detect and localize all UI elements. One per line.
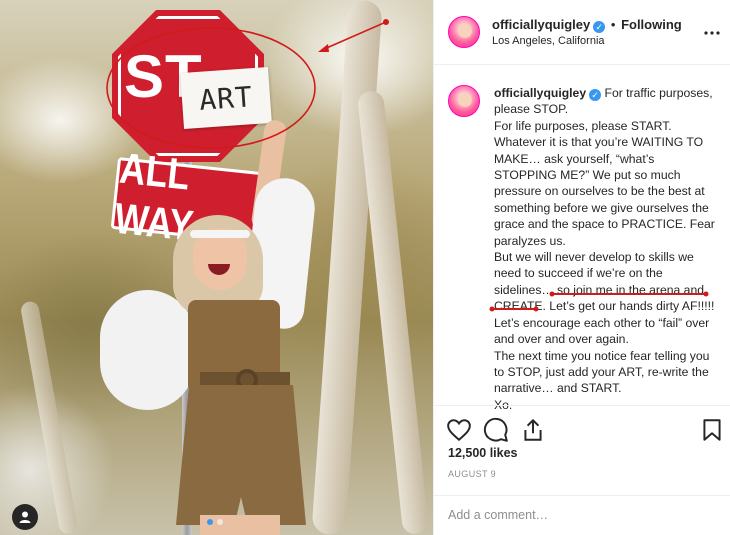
avatar[interactable] xyxy=(448,16,480,48)
annotation-overlay xyxy=(106,19,389,149)
post-date[interactable]: AUGUST 9 xyxy=(448,469,496,479)
annotation-arrow-line xyxy=(321,21,387,51)
comment-box xyxy=(434,495,730,535)
carousel-dot-active xyxy=(207,519,213,525)
verified-icon: ✓ xyxy=(593,21,606,33)
verified-icon: ✓ xyxy=(589,89,602,101)
following-button[interactable]: Following xyxy=(621,17,682,32)
heart-icon[interactable] xyxy=(446,417,472,443)
caption: officiallyquigley ✓ For traffic purposes,… xyxy=(434,65,730,412)
bookmark-icon[interactable] xyxy=(699,417,725,443)
location-link[interactable]: Los Angeles, California xyxy=(492,35,605,47)
post-header: officiallyquigley ✓ • Following Los Angel… xyxy=(434,0,730,65)
likes-count[interactable]: 12,500 likes xyxy=(448,446,518,460)
caption-body: officiallyquigley ✓ For traffic purposes,… xyxy=(494,85,716,413)
caption-text: For traffic purposes, please STOP. For l… xyxy=(494,86,715,412)
more-horizontal-icon[interactable] xyxy=(704,24,720,35)
carousel-dots xyxy=(207,519,223,525)
header-separator: • xyxy=(610,17,616,32)
comment-input[interactable] xyxy=(448,508,718,522)
carousel-dot xyxy=(217,519,223,525)
annotation-arrowhead xyxy=(318,44,329,52)
header-user-line: officiallyquigley ✓ • Following xyxy=(492,17,682,33)
annotation-ellipse xyxy=(106,27,316,149)
person-icon xyxy=(19,511,31,523)
annotation-dot xyxy=(383,19,389,25)
avatar[interactable] xyxy=(448,85,480,117)
post-sidebar: officiallyquigley ✓ • Following Los Angel… xyxy=(433,0,730,535)
share-icon[interactable] xyxy=(520,417,546,443)
tagged-people-button[interactable] xyxy=(12,504,38,530)
caption-username[interactable]: officiallyquigley xyxy=(494,86,586,100)
post-photo[interactable]: ST ART ALL WAY xyxy=(0,0,433,535)
comment-icon[interactable] xyxy=(483,417,509,443)
header-username[interactable]: officiallyquigley xyxy=(492,17,590,32)
